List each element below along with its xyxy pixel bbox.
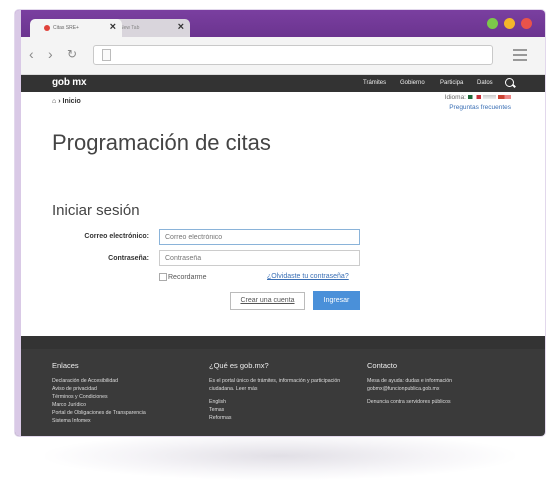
create-account-button[interactable]: Crear una cuenta <box>230 292 305 310</box>
maximize-button[interactable] <box>487 18 498 29</box>
footer-about-title: ¿Qué es gob.mx? <box>209 361 269 370</box>
home-icon[interactable]: ⌂ <box>52 98 56 105</box>
login-button[interactable]: Ingresar <box>313 291 360 310</box>
page-icon <box>102 49 111 61</box>
password-field[interactable] <box>159 250 360 266</box>
nav-datos[interactable]: Datos <box>477 80 493 86</box>
browser-window: New Tab × Citas SRE+ × ‹ › ↻ gob mx Trám… <box>15 10 545 436</box>
remember-checkbox[interactable] <box>159 273 167 281</box>
footer-link[interactable]: Declaración de Accesibilidad <box>52 377 146 385</box>
nav-gobierno[interactable]: Gobierno <box>400 80 425 86</box>
footer-about-text: Es el portal único de trámites, informac… <box>209 378 341 384</box>
minimize-button[interactable] <box>504 18 515 29</box>
footer-links: Declaración de Accesibilidad Aviso de pr… <box>52 377 146 425</box>
password-label: Contraseña: <box>108 255 149 262</box>
footer-link[interactable]: Aviso de privacidad <box>52 385 146 393</box>
address-bar[interactable] <box>93 45 493 65</box>
tab-label: New Tab <box>120 25 140 31</box>
nav-tramites[interactable]: Trámites <box>363 80 386 86</box>
footer-link[interactable]: Términos y Condiciones <box>52 393 146 401</box>
site-header: gob mx Trámites Gobierno Participa Datos <box>15 75 545 92</box>
email-field[interactable] <box>159 229 360 245</box>
back-icon[interactable]: ‹ <box>29 46 34 62</box>
footer-link[interactable]: Portal de Obligaciones de Transparencia <box>52 409 146 417</box>
flag-mx-icon[interactable] <box>468 95 481 100</box>
remember-label: Recordarme <box>168 273 207 281</box>
tab-strip: New Tab × Citas SRE+ × <box>15 10 545 37</box>
footer-about: Es el portal único de trámites, informac… <box>209 377 340 422</box>
footer-contact-email[interactable]: gobmx@funcionpublica.gob.mx <box>367 385 452 393</box>
close-tab-icon[interactable]: × <box>178 21 184 33</box>
flag-other-icon[interactable] <box>498 95 511 100</box>
tab-citas[interactable]: Citas SRE+ × <box>30 19 122 37</box>
footer-link[interactable]: Reformas <box>209 414 340 422</box>
breadcrumb-inicio[interactable]: › Inicio <box>58 98 81 105</box>
language-selector: Idioma: <box>445 94 511 101</box>
browser-toolbar: ‹ › ↻ <box>15 37 545 75</box>
footer-link[interactable]: Marco Jurídico <box>52 401 146 409</box>
login-heading: Iniciar sesión <box>52 202 140 219</box>
footer-link[interactable]: Sistema Infomex <box>52 417 146 425</box>
footer-links-title: Enlaces <box>52 361 79 370</box>
footer-band <box>15 336 545 349</box>
gobmx-logo[interactable]: gob mx <box>52 77 87 88</box>
forward-icon[interactable]: › <box>48 46 53 62</box>
search-icon[interactable] <box>505 78 514 87</box>
faq-link[interactable]: Preguntas frecuentes <box>449 104 511 111</box>
footer-link[interactable]: English <box>209 398 340 406</box>
footer-link[interactable]: Temas <box>209 406 340 414</box>
reload-icon[interactable]: ↻ <box>67 47 77 61</box>
footer-about-text[interactable]: ciudadana. Leer más <box>209 385 340 393</box>
footer-contact-text: Mesa de ayuda: dudas e información <box>367 378 453 384</box>
remember-me[interactable]: Recordarme <box>159 273 207 281</box>
nav-participa[interactable]: Participa <box>440 80 463 86</box>
menu-icon[interactable] <box>513 49 527 64</box>
close-tab-icon[interactable]: × <box>110 21 116 33</box>
footer-contact-title: Contacto <box>367 361 398 370</box>
language-label: Idioma: <box>444 94 466 101</box>
tab-label: Citas SRE+ <box>53 25 79 31</box>
breadcrumb: ⌂ › Inicio <box>52 98 81 105</box>
footer-contact: Mesa de ayuda: dudas e información gobmx… <box>367 377 452 406</box>
close-window-button[interactable] <box>521 18 532 29</box>
flag-us-icon[interactable] <box>483 95 496 100</box>
favicon-icon <box>44 25 50 31</box>
mockup-shadow <box>45 432 515 480</box>
footer-report-link[interactable]: Denuncia contra servidores públicos <box>367 398 452 406</box>
email-label: Correo electrónico: <box>84 233 149 240</box>
forgot-password-link[interactable]: ¿Olvidaste tu contraseña? <box>267 273 349 280</box>
page-title: Programación de citas <box>52 130 271 155</box>
